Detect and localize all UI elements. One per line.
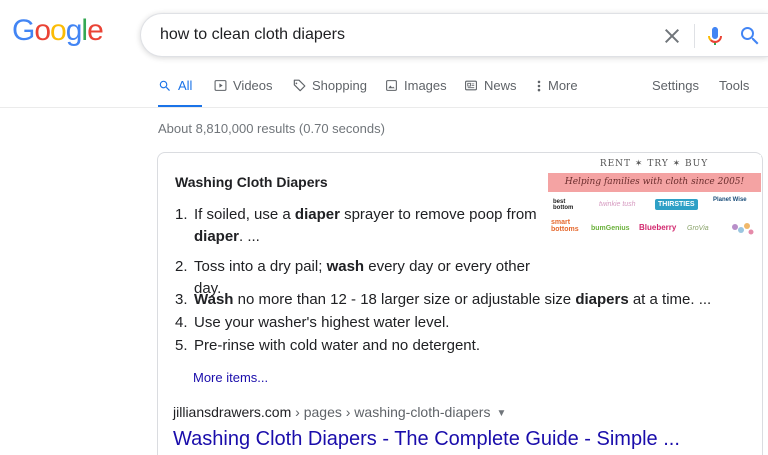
- settings-link[interactable]: Settings: [652, 78, 699, 93]
- search-tabs: All Videos Shopping Images News More Set…: [158, 70, 768, 108]
- image-header-text: RENT ✶ TRY ✶ BUY: [599, 159, 709, 169]
- tab-images[interactable]: Images: [385, 78, 447, 93]
- google-logo[interactable]: Google: [12, 14, 104, 48]
- brand-logo: bumGenius: [591, 225, 630, 232]
- brand-logo: THIRSTIES: [655, 199, 698, 210]
- tools-link[interactable]: Tools: [719, 78, 749, 93]
- tab-label: News: [484, 78, 517, 93]
- brand-logo: GroVia: [687, 225, 709, 232]
- step-number: 4.: [175, 314, 188, 331]
- dropdown-arrow-icon[interactable]: ▼: [496, 408, 506, 419]
- settings-label: Settings: [652, 78, 699, 93]
- image-icon: [386, 80, 397, 91]
- tabs-divider: [0, 107, 768, 108]
- brand-logo: best bottom: [553, 199, 574, 211]
- brand-logos: best bottom twinkie tush THIRSTIES Plane…: [547, 195, 761, 243]
- search-divider: [694, 24, 695, 48]
- tab-videos[interactable]: Videos: [214, 78, 273, 93]
- mic-icon[interactable]: [703, 23, 727, 49]
- brand-logo: Planet Wise: [713, 197, 747, 203]
- step-number: 5.: [175, 337, 188, 354]
- tab-label: More: [548, 78, 578, 93]
- tag-icon: [293, 79, 306, 91]
- result-stats: About 8,810,000 results (0.70 seconds): [158, 121, 385, 136]
- snippet-step: 4. Use your washer's highest water level.: [175, 312, 449, 334]
- tab-label: All: [178, 78, 193, 93]
- result-url[interactable]: jilliansdrawers.com › pages › washing-cl…: [173, 404, 506, 420]
- step-number: 3.: [175, 291, 188, 308]
- snippet-image[interactable]: RENT ✶ TRY ✶ BUY Helping families with c…: [547, 155, 761, 245]
- brand-logo: smart bottoms: [551, 219, 579, 233]
- step-text: If soiled, use a diaper sprayer to remov…: [194, 206, 537, 245]
- tab-shopping[interactable]: Shopping: [292, 78, 367, 93]
- result-title-link[interactable]: Washing Cloth Diapers - The Complete Gui…: [173, 428, 680, 451]
- logo-letter: o: [50, 14, 67, 47]
- logo-letter: o: [34, 14, 51, 47]
- tab-label: Images: [404, 78, 447, 93]
- clear-icon[interactable]: [660, 24, 684, 48]
- tools-label: Tools: [719, 78, 750, 93]
- tab-news[interactable]: News: [464, 78, 517, 93]
- logo-letter: e: [87, 14, 104, 47]
- snippet-step: 3. Wash no more than 12 - 18 larger size …: [175, 289, 711, 311]
- result-path: › pages › washing-cloth-diapers: [291, 404, 491, 420]
- brand-logo: twinkie tush: [599, 201, 636, 208]
- brand-logo: Blueberry: [639, 223, 677, 232]
- snippet-title: Washing Cloth Diapers: [175, 174, 328, 190]
- snippet-step: 1. If soiled, use a diaper sprayer to rem…: [175, 204, 537, 248]
- result-domain: jilliansdrawers.com: [173, 404, 292, 420]
- logo-letter: g: [65, 14, 83, 47]
- search-icon: [159, 80, 170, 91]
- snippet-step: 5. Pre-rinse with cold water and no deter…: [175, 335, 480, 357]
- news-icon: [465, 80, 477, 91]
- search-box: [140, 13, 768, 57]
- tab-all[interactable]: All: [158, 78, 192, 93]
- more-vert-icon: [537, 80, 541, 91]
- step-text: Use your washer's highest water level.: [194, 314, 450, 331]
- step-number: 1.: [175, 206, 188, 223]
- decorative-butterfly-icon: [732, 223, 754, 235]
- logo-letter: G: [12, 14, 35, 47]
- tab-more[interactable]: More: [536, 78, 578, 93]
- search-icon[interactable]: [738, 24, 762, 48]
- more-items-link[interactable]: More items...: [193, 370, 268, 385]
- search-input[interactable]: [160, 26, 600, 44]
- step-text: Pre-rinse with cold water and no deterge…: [194, 337, 480, 354]
- tab-label: Videos: [233, 78, 273, 93]
- play-icon: [214, 80, 227, 91]
- step-text: Wash no more than 12 - 18 larger size or…: [194, 291, 712, 308]
- image-banner-text: Helping families with cloth since 2005!: [548, 173, 761, 192]
- tab-label: Shopping: [312, 78, 367, 93]
